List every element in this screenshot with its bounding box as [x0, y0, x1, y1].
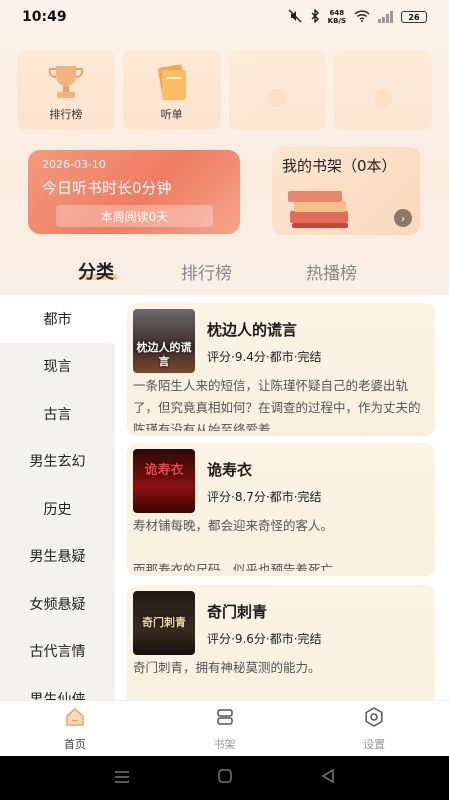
tile-ranking[interactable]: 排行榜	[17, 50, 115, 130]
book-title: 枕边人的谎言	[207, 321, 298, 339]
book-title: 诡寿衣	[207, 461, 253, 479]
category-ancient-romance[interactable]: 古言	[0, 390, 115, 438]
book-title: 奇门刺青	[207, 603, 268, 621]
book-cover: 奇门刺青	[133, 591, 195, 655]
cover-title: 枕边人的谎言	[136, 341, 192, 368]
nav-bookshelf[interactable]: 书架	[150, 701, 300, 756]
listen-date: 2026-03-10	[42, 158, 106, 171]
tile-playlist[interactable]: 听单	[122, 50, 221, 130]
tile-placeholder-1[interactable]	[228, 50, 327, 130]
book-meta: 评分·8.7分·都市·完结	[207, 490, 322, 504]
cover-title: 奇门刺青	[142, 616, 186, 629]
bookshelf-icon	[214, 706, 236, 732]
settings-icon	[363, 706, 385, 732]
books-icon	[288, 191, 348, 228]
category-male-fantasy[interactable]: 男生玄幻	[0, 438, 115, 486]
nav-label: 首页	[63, 737, 86, 751]
net-speed: 648 KB/S	[328, 9, 346, 25]
nav-home[interactable]: 首页	[0, 701, 150, 756]
net-speed-unit: KB/S	[327, 17, 346, 25]
folder-icon	[150, 62, 194, 102]
home-button-icon[interactable]	[217, 768, 233, 788]
category-female-suspense[interactable]: 女频悬疑	[0, 580, 115, 628]
bookshelf-card[interactable]: 我的书架（0本） ›	[272, 147, 420, 235]
placeholder-icon	[255, 78, 299, 118]
bluetooth-icon	[310, 7, 320, 26]
category-male-xianxia[interactable]: 男生仙侠	[0, 675, 115, 700]
book-meta: 评分·9.6分·都市·完结	[207, 632, 322, 646]
book-meta: 评分·9.4分·都市·完结	[207, 350, 322, 364]
status-bar: 10:49 648 KB/S 26	[0, 0, 449, 34]
wifi-icon	[354, 9, 370, 25]
book-card[interactable]: 枕边人的谎言 枕边人的谎言 评分·9.4分·都市·完结 一条陌生人来的短信，让陈…	[127, 303, 435, 436]
home-icon	[64, 706, 86, 732]
category-sidebar: 都市 现言 古言 男生玄幻 历史 男生悬疑 女频悬疑 古代言情 男生仙侠	[0, 295, 115, 700]
category-male-suspense[interactable]: 男生悬疑	[0, 533, 115, 581]
category-history[interactable]: 历史	[0, 485, 115, 533]
mute-icon	[288, 8, 302, 26]
nav-settings[interactable]: 设置	[299, 701, 449, 756]
bottom-nav: 首页 书架 设置	[0, 700, 449, 756]
book-cover: 枕边人的谎言	[133, 309, 195, 373]
chevron-right-icon[interactable]: ›	[394, 209, 412, 227]
category-urban[interactable]: 都市	[0, 295, 115, 343]
battery-icon: 26	[401, 11, 427, 23]
category-modern-romance[interactable]: 现言	[0, 343, 115, 391]
book-description: 奇门刺青，拥有神秘莫测的能力。 一个少年，在摩练和探险之中，一步...	[133, 660, 321, 675]
back-icon[interactable]	[320, 768, 336, 788]
status-icons: 648 KB/S 26	[288, 7, 427, 26]
quick-tiles: 排行榜 听单	[17, 50, 432, 130]
book-description: 一条陌生人来的短信，让陈瑾怀疑自己的老婆出轨了，但究竟真相如何？在调查的过程中，…	[133, 378, 421, 431]
nav-label: 书架	[213, 737, 236, 751]
status-time: 10:49	[22, 9, 67, 25]
book-list: 枕边人的谎言 枕边人的谎言 评分·9.4分·都市·完结 一条陌生人来的短信，让陈…	[115, 295, 449, 700]
net-speed-value: 648	[329, 9, 345, 17]
weekly-reading-button[interactable]: 本周阅读0天	[56, 205, 213, 227]
tile-label: 排行榜	[49, 108, 83, 121]
book-cover: 诡寿衣	[133, 449, 195, 513]
tab-category[interactable]: 分类	[78, 258, 114, 284]
listen-time-card[interactable]: 2026-03-10 今日听书时长0分钟 本周阅读0天	[28, 150, 240, 234]
book-card[interactable]: 奇门刺青 奇门刺青 评分·9.6分·都市·完结 奇门刺青，拥有神秘莫测的能力。 …	[127, 585, 435, 700]
listen-title: 今日听书时长0分钟	[42, 179, 172, 197]
main-tabs: 分类 排行榜 热播榜	[0, 252, 449, 288]
tab-hot[interactable]: 热播榜	[306, 259, 357, 284]
system-nav-bar	[0, 756, 449, 800]
placeholder-icon	[361, 78, 405, 118]
category-ancient-love[interactable]: 古代言情	[0, 628, 115, 676]
book-description: 寿材铺每晚，都会迎来奇怪的客人。 而那寿衣的尺码，似乎也预告着死亡。	[133, 518, 346, 571]
menu-icon[interactable]	[114, 769, 130, 788]
bookshelf-title: 我的书架（0本）	[282, 157, 397, 175]
book-card[interactable]: 诡寿衣 诡寿衣 评分·8.7分·都市·完结 寿材铺每晚，都会迎来奇怪的客人。 而…	[127, 443, 435, 576]
tile-placeholder-2[interactable]	[334, 50, 432, 130]
cover-title: 诡寿衣	[144, 463, 184, 478]
trophy-icon	[44, 62, 88, 102]
nav-label: 设置	[363, 737, 386, 751]
tile-label: 听单	[160, 108, 183, 121]
tab-ranking[interactable]: 排行榜	[181, 259, 232, 284]
signal-icon	[378, 11, 393, 23]
